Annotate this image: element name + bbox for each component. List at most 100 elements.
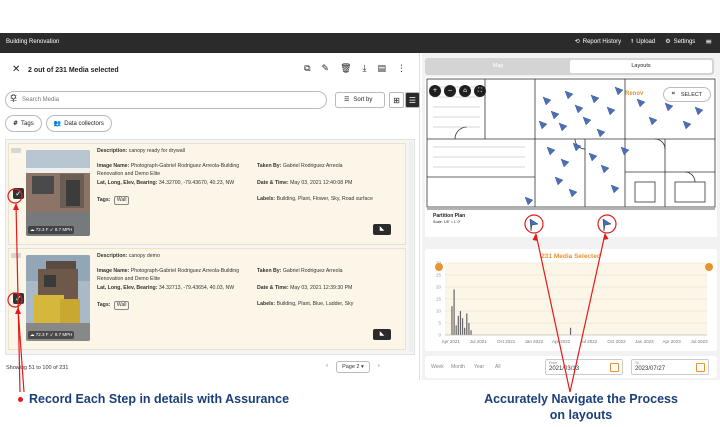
x-tick-label: Apr 2022 [552, 339, 571, 344]
range-week[interactable]: Week [431, 364, 444, 370]
chart-bar [466, 313, 468, 335]
menu-icon[interactable]: ≡ [705, 38, 712, 46]
chart-bar [461, 318, 464, 335]
card-description: canopy ready for drywall [128, 148, 185, 154]
tag-pill[interactable]: Wall [113, 196, 130, 206]
media-thumbnail[interactable]: ☁ 72.3 F ➶ 8.7 MPH [26, 255, 90, 341]
floor-plan-view[interactable]: + − ⌂ ⛶ Renov ⌗ SELECT Partition Plan Sc… [425, 77, 717, 237]
gallery-icon[interactable]: ⧉ [304, 65, 310, 74]
sort-button[interactable]: ☰ Sort by [335, 92, 385, 108]
x-tick-label: Oct 2022 [607, 339, 626, 344]
x-tick-label: Apr 2023 [662, 339, 681, 344]
pager: ‹ Page 2 ▾ › [326, 361, 380, 373]
tags-chip-label: Tags [21, 120, 34, 127]
upload-label: Upload [636, 39, 656, 45]
card-taken-by: Gabriel Rodriguez Arreola [282, 163, 343, 169]
right-caption-line2: on layouts [549, 407, 613, 422]
y-tick-label: 10 [436, 309, 442, 314]
hash-icon: # [13, 119, 19, 127]
settings-button[interactable]: ⚙ Settings [665, 39, 696, 46]
range-start-handle [435, 263, 443, 271]
edit-icon[interactable]: ✎ [322, 65, 330, 74]
x-tick-label: Jan 2023 [635, 339, 654, 344]
media-card[interactable]: ✓ ☁ 72.3 F ➶ 8.7 MPH Description: canopy… [8, 143, 406, 245]
calendar-icon[interactable] [696, 363, 705, 372]
report-icon[interactable]: ▤ [377, 65, 386, 74]
layout-panel: Map Layouts + − ⌂ ⛶ Renov ⌗ SELECT Parti… [422, 53, 720, 380]
weather-readout: ☁ 72.3 F ➶ 8.7 MPH [28, 226, 75, 234]
plan-title: Partition Plan Scale: 1/8" = 1'-0" [433, 213, 466, 224]
plan-scale: Scale: 1/8" = 1'-0" [433, 220, 461, 224]
zoom-in-icon[interactable]: + [429, 85, 441, 97]
fit-icon[interactable]: ⛶ [474, 85, 486, 97]
range-end-handle [705, 263, 713, 271]
locate-on-layout-button[interactable]: ◣ [373, 224, 391, 235]
range-year[interactable]: Year [474, 364, 484, 370]
list-view-button[interactable]: ☰ [405, 92, 420, 108]
tags-chip[interactable]: # Tags [5, 115, 42, 132]
tab-map[interactable]: Map [427, 60, 569, 73]
card-checkbox[interactable]: ✓ [13, 188, 24, 199]
x-tick-label: Oct 2021 [497, 339, 516, 344]
selection-tools: ⧉ ✎ 🗑 ⤓ ▤ ⋮ [304, 65, 406, 74]
media-list[interactable]: ✓ ☁ 72.3 F ➶ 8.7 MPH Description: canopy… [5, 139, 415, 355]
collectors-chip-label: Data collectors [64, 120, 104, 127]
filter-sliders-icon[interactable]: ☷ [10, 95, 318, 103]
card-datetime: May 03, 2021 12:40:08 PM [290, 180, 353, 186]
chevron-right-icon[interactable]: › [378, 364, 380, 370]
data-collectors-chip[interactable]: 👥 Data collectors [45, 115, 112, 132]
search-input[interactable]: ⚲ Search Media ☷ [5, 91, 327, 109]
card-labels: Building, Plant, Flower, Sky, Road surfa… [276, 196, 373, 202]
grid-view-button[interactable]: ⊞ [389, 92, 404, 108]
chart-bar [451, 306, 453, 335]
close-icon[interactable]: ✕ [12, 65, 20, 75]
y-tick-label: 20 [436, 285, 442, 290]
select-button[interactable]: ⌗ SELECT [663, 87, 711, 102]
locate-on-layout-button[interactable]: ◣ [373, 329, 391, 340]
page-select[interactable]: Page 2 ▾ [336, 361, 370, 373]
right-caption: Accurately Navigate the Process on layou… [456, 392, 706, 423]
report-history-button[interactable]: ⟲ Report History [575, 39, 622, 46]
timeline-chart-svg: 051015202530Apr 2021 Jul 2021 Oct 2021 Jan … [435, 261, 713, 344]
chevron-left-icon[interactable]: ‹ [326, 364, 328, 370]
date-from-value: 2021/03/13 [549, 366, 580, 372]
range-all[interactable]: All [495, 364, 501, 370]
calendar-icon[interactable] [610, 363, 619, 372]
download-icon[interactable]: ⤓ [363, 65, 367, 74]
more-icon[interactable]: ⋮ [397, 65, 406, 74]
y-tick-label: 15 [436, 297, 442, 302]
x-tick-label: Jan 2022 [525, 339, 544, 344]
range-month[interactable]: Month [451, 364, 465, 370]
chart-bar [569, 327, 572, 335]
app-title: Building Renovation [6, 39, 60, 45]
card-checkbox[interactable]: ✓ [13, 293, 24, 304]
date-from-field[interactable]: From 2021/03/13 [545, 359, 623, 375]
sort-label: Sort by [353, 97, 373, 103]
media-thumbnail[interactable]: ☁ 72.3 F ➶ 8.7 MPH [26, 150, 90, 236]
home-icon[interactable]: ⌂ [459, 85, 471, 97]
timeline-chart[interactable]: 231 Media Selected 0 5 10 15 20 25 30 Apr 2021 J… [425, 249, 717, 351]
settings-label: Settings [673, 39, 696, 45]
trash-icon[interactable]: 🗑 [340, 65, 351, 74]
photo-image [26, 255, 90, 341]
chart-bar [455, 325, 457, 335]
date-to-label: To [635, 361, 639, 365]
zoom-out-icon[interactable]: − [444, 85, 456, 97]
date-to-field[interactable]: To 2023/07/27 [631, 359, 709, 375]
crop-icon: ⌗ [671, 90, 675, 97]
grid-icon: ⊞ [393, 96, 400, 105]
sort-icon: ☰ [344, 96, 350, 103]
y-tick-label: 25 [436, 273, 442, 278]
tag-pill[interactable]: Wall [113, 301, 130, 311]
y-tick-label: 0 [438, 333, 441, 338]
chart-bar [459, 311, 462, 335]
tab-layouts[interactable]: Layouts [570, 60, 712, 73]
x-tick-label: Jul 2021 [470, 339, 488, 344]
media-card[interactable]: ✓ ☁ 72.3 F ➶ 8.7 MPH Description: canopy… [8, 248, 406, 350]
bullet-icon [18, 397, 23, 403]
y-tick-label: 5 [438, 321, 441, 326]
list-icon: ☰ [408, 96, 417, 105]
list-scrollbar[interactable] [409, 142, 413, 352]
report-history-label: Report History [582, 39, 622, 45]
upload-button[interactable]: ⭱ Upload [631, 39, 656, 46]
